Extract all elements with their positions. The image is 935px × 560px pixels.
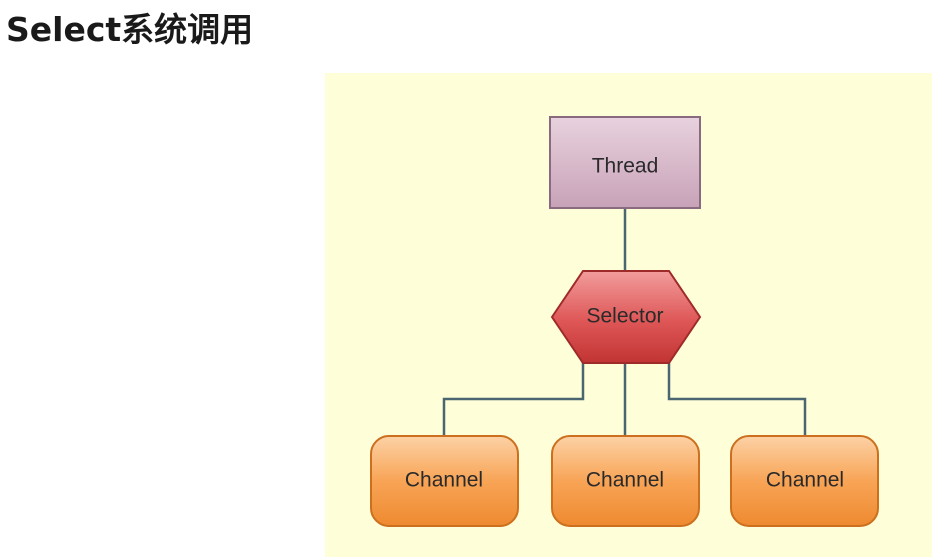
thread-label: Thread: [592, 155, 659, 178]
channel-node: Channel: [730, 435, 879, 527]
selector-channel-3-connector: [667, 363, 807, 436]
selector-channel-1-connector: [442, 363, 585, 436]
selector-node: Selector: [550, 270, 702, 364]
channel-label: Channel: [405, 469, 483, 492]
page-title: Select系统调用: [6, 10, 254, 49]
architecture-diagram: Thread Selector Channel Channel Channel: [370, 116, 879, 527]
channel-label: Channel: [586, 469, 664, 492]
thread-node: Thread: [549, 116, 701, 209]
selector-label: Selector: [586, 305, 663, 328]
channel-node: Channel: [370, 435, 519, 527]
channel-label: Channel: [766, 469, 844, 492]
diagram-panel: Thread Selector Channel Channel Channel: [325, 73, 932, 557]
channel-node: Channel: [551, 435, 700, 527]
